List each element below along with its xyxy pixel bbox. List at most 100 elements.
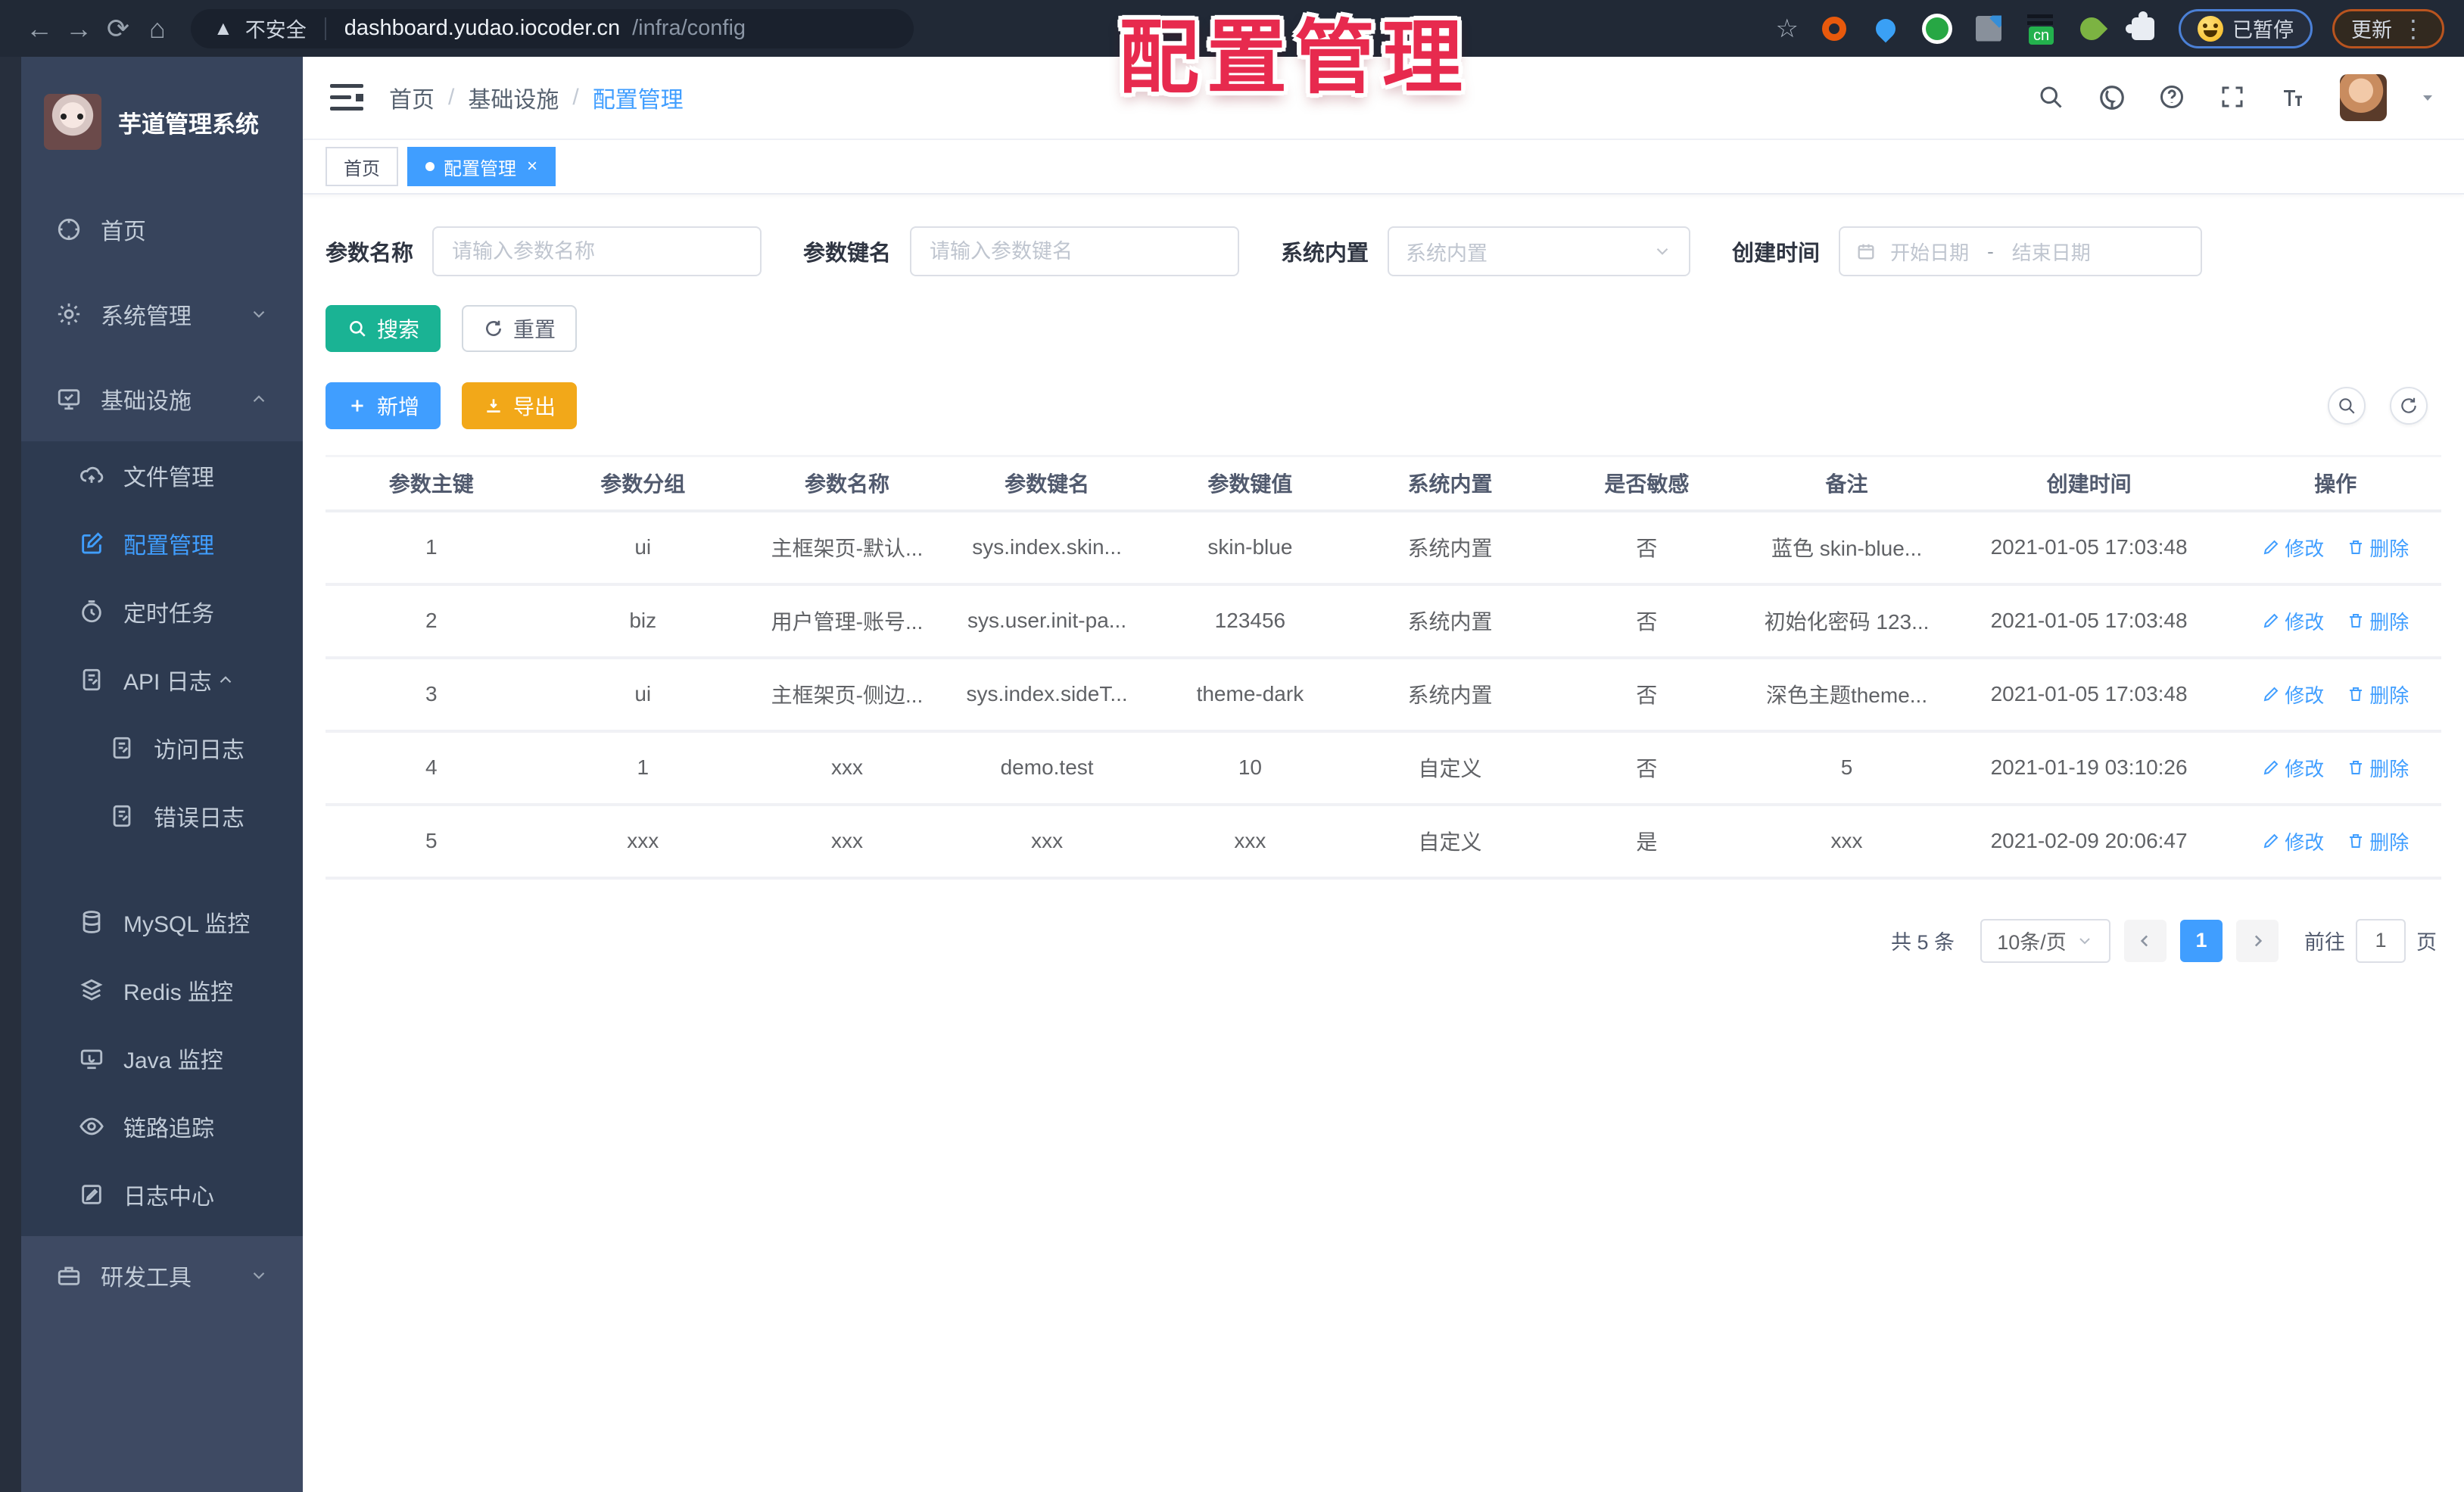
sidebar-item-java-monitor[interactable]: Java 监控 xyxy=(21,1024,303,1092)
column-header: 参数名称 xyxy=(749,455,945,512)
profile-paused-button[interactable]: 已暂停 xyxy=(2179,8,2313,48)
extension-green-circle-icon[interactable] xyxy=(1921,13,1953,45)
system-builtin-select[interactable]: 系统内置 xyxy=(1388,226,1691,276)
edit-link[interactable]: 修改 xyxy=(2262,681,2324,709)
sidebar-item-mysql-monitor[interactable]: MySQL 监控 xyxy=(21,888,303,956)
toggle-search-button[interactable] xyxy=(2328,387,2366,425)
sidebar-item-access-log[interactable]: 访问日志 xyxy=(21,714,303,782)
delete-link[interactable]: 删除 xyxy=(2347,607,2409,635)
app-logo-row[interactable]: 芋道管理系统 xyxy=(21,57,303,187)
sidebar-item-scheduled-tasks[interactable]: 定时任务 xyxy=(21,578,303,646)
chevron-left-icon xyxy=(2135,931,2155,951)
sidebar-item-tracing[interactable]: 链路追踪 xyxy=(21,1092,303,1160)
extensions-puzzle-icon[interactable] xyxy=(2126,11,2159,45)
tab-config-management[interactable]: 配置管理 × xyxy=(407,147,556,186)
security-warning-icon[interactable]: ▲ xyxy=(213,17,233,40)
delete-link[interactable]: 删除 xyxy=(2347,681,2409,709)
close-icon[interactable]: × xyxy=(527,157,537,176)
font-size-icon[interactable] xyxy=(2279,83,2308,112)
date-range-picker[interactable]: 开始日期 - 结束日期 xyxy=(1839,226,2203,276)
chevron-up-icon xyxy=(245,385,273,413)
edit-icon xyxy=(2262,538,2280,556)
sidebar-collapse-icon[interactable] xyxy=(330,84,363,111)
tab-home[interactable]: 首页 xyxy=(326,147,398,186)
calendar-icon xyxy=(1855,241,1877,262)
browser-reload-button[interactable]: ⟳ xyxy=(98,13,138,45)
sidebar-item-label: 首页 xyxy=(101,220,146,245)
delete-link[interactable]: 删除 xyxy=(2347,534,2409,562)
breadcrumb-infrastructure[interactable]: 基础设施 xyxy=(468,81,559,114)
browser-back-button[interactable]: ← xyxy=(20,13,59,45)
page-number-1[interactable]: 1 xyxy=(2180,919,2223,962)
sidebar-item-label: 配置管理 xyxy=(123,534,214,559)
sidebar-item-api-log[interactable]: API 日志 xyxy=(21,646,303,714)
github-icon[interactable] xyxy=(2098,83,2126,112)
delete-link[interactable]: 删除 xyxy=(2347,827,2409,855)
sidebar-item-error-log[interactable]: 错误日志 xyxy=(21,782,303,850)
edit-link[interactable]: 修改 xyxy=(2262,754,2324,782)
search-button[interactable]: 搜索 xyxy=(326,305,441,352)
bookmark-star-icon[interactable]: ☆ xyxy=(1776,14,1799,44)
edit-icon xyxy=(2262,685,2280,703)
next-page-button[interactable] xyxy=(2236,919,2279,962)
browser-forward-button[interactable]: → xyxy=(59,13,98,45)
tags-view-bar: 首页 配置管理 × xyxy=(303,140,2464,195)
page-size-select[interactable]: 10条/页 xyxy=(1980,918,2110,963)
home-icon xyxy=(55,216,83,243)
chevron-up-icon xyxy=(212,666,239,693)
config-table: 参数主键 参数分组 参数名称 参数键名 参数键值 系统内置 是否敏感 备注 创建… xyxy=(326,455,2441,880)
browser-menu-kebab-icon[interactable]: ⋮ xyxy=(2401,17,2425,41)
sidebar-item-label: 基础设施 xyxy=(101,389,192,414)
edit-link[interactable]: 修改 xyxy=(2262,827,2324,855)
table-row: 4 1 xxx demo.test 10 自定义 否 5 2021-01-19 … xyxy=(326,730,2441,806)
column-header: 系统内置 xyxy=(1351,455,1549,512)
extension-sprout-icon[interactable] xyxy=(2075,12,2108,45)
browser-toolbar-right: ☆ cn 已暂停 更新 ⋮ xyxy=(1776,8,2444,48)
address-bar[interactable]: ▲ 不安全 dashboard.yudao.iocoder.cn/infra/c… xyxy=(191,8,914,48)
refresh-table-button[interactable] xyxy=(2390,387,2428,425)
sidebar-item-config-management[interactable]: 配置管理 xyxy=(21,509,303,578)
reset-button[interactable]: 重置 xyxy=(462,305,578,352)
gear-icon xyxy=(55,301,83,328)
param-name-input[interactable] xyxy=(432,226,762,276)
briefcase-icon xyxy=(55,1262,83,1289)
sidebar-item-file-management[interactable]: 文件管理 xyxy=(21,441,303,509)
url-host: dashboard.yudao.iocoder.cn xyxy=(344,16,621,40)
search-icon[interactable] xyxy=(2037,83,2066,112)
search-icon xyxy=(2337,396,2357,416)
sidebar-item-system[interactable]: 系统管理 xyxy=(21,272,303,357)
create-time-label: 创建时间 xyxy=(1732,241,1821,266)
avatar-caret-down-icon[interactable] xyxy=(2419,89,2437,107)
prev-page-button[interactable] xyxy=(2124,919,2167,962)
param-key-input[interactable] xyxy=(910,226,1240,276)
trash-icon xyxy=(2347,685,2365,703)
sidebar-item-log-center[interactable]: 日志中心 xyxy=(21,1160,303,1229)
fullscreen-icon[interactable] xyxy=(2219,83,2248,112)
export-button[interactable]: 导出 xyxy=(462,382,578,429)
browser-update-button[interactable]: 更新 ⋮ xyxy=(2332,8,2444,48)
extension-cn-badge-icon[interactable]: cn xyxy=(2024,13,2056,45)
user-avatar[interactable] xyxy=(2340,74,2387,121)
delete-link[interactable]: 删除 xyxy=(2347,754,2409,782)
chevron-down-icon xyxy=(245,1262,273,1289)
column-header: 是否敏感 xyxy=(1548,455,1746,512)
database-icon xyxy=(78,908,105,936)
filter-form: 参数名称 参数键名 系统内置 系统内置 创建时间 开始日期 - xyxy=(326,226,2441,276)
extension-orange-ring-icon[interactable] xyxy=(1818,13,1850,45)
extension-pin-icon[interactable] xyxy=(1870,13,1902,45)
goto-page-input[interactable] xyxy=(2356,918,2406,963)
column-header: 参数分组 xyxy=(537,455,749,512)
page-unit-label: 页 xyxy=(2416,931,2437,954)
breadcrumb-home[interactable]: 首页 xyxy=(389,81,435,114)
edit-link[interactable]: 修改 xyxy=(2262,607,2324,635)
sidebar-item-redis-monitor[interactable]: Redis 监控 xyxy=(21,956,303,1024)
download-icon xyxy=(483,395,504,416)
add-button[interactable]: 新增 xyxy=(326,382,441,429)
extension-grid-icon[interactable] xyxy=(1973,13,2005,45)
help-question-icon[interactable] xyxy=(2158,83,2187,112)
sidebar-item-infrastructure[interactable]: 基础设施 xyxy=(21,357,303,441)
browser-home-button[interactable]: ⌂ xyxy=(138,13,177,45)
edit-link[interactable]: 修改 xyxy=(2262,534,2324,562)
sidebar-item-dev-tools[interactable]: 研发工具 xyxy=(21,1236,303,1315)
sidebar-item-home[interactable]: 首页 xyxy=(21,187,303,272)
